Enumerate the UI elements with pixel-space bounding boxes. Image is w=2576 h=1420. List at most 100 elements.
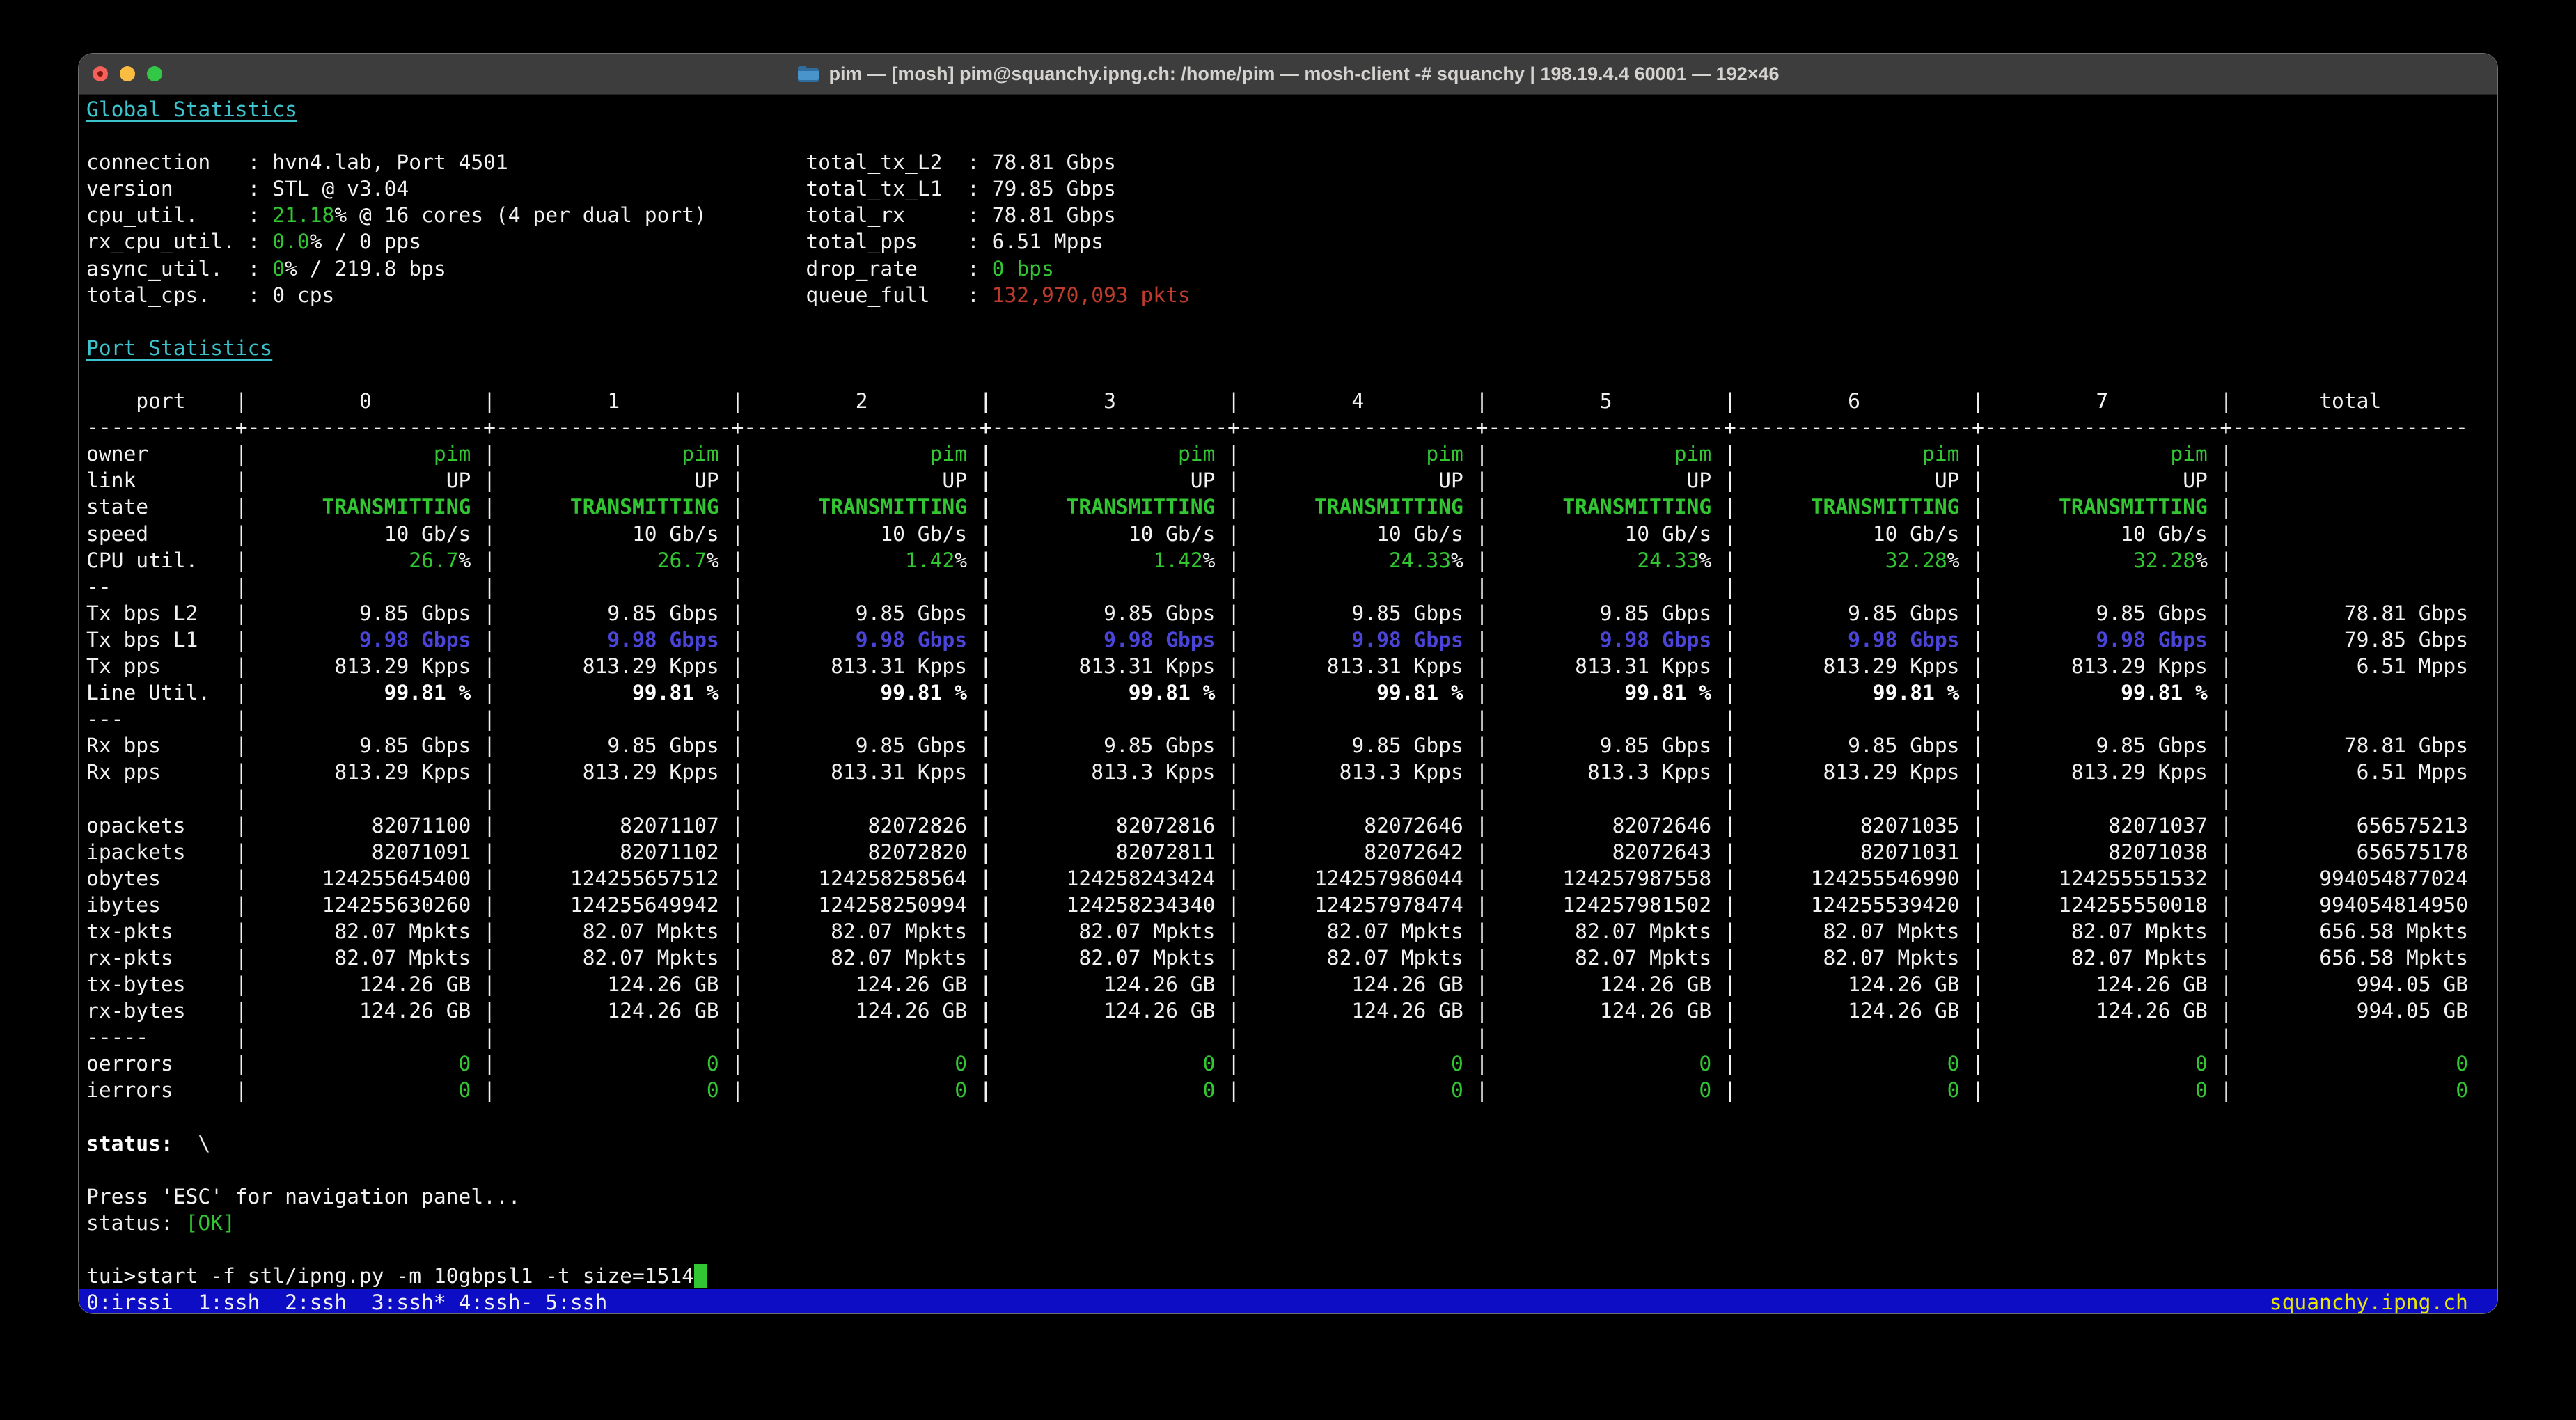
stat-cell: 99.81 %: [1240, 681, 1476, 704]
stat-cell: 10 Gb/s: [1736, 522, 1972, 546]
stat-cell: 124.26 GB: [1240, 972, 1476, 996]
port-stats-row-opackets: opackets | 82071100 | 82071107 | 8207282…: [86, 812, 2490, 839]
stat-cell: 82.07 Mpkts: [744, 920, 980, 943]
stat-cell: [992, 787, 1228, 810]
status-spinner: \: [198, 1132, 210, 1155]
stat-total-cell: 79.85 Gbps: [2233, 628, 2469, 652]
stat-cell: 99.81 %: [496, 681, 732, 704]
global-stat-label: total_tx_L1 :: [806, 177, 991, 200]
row-label: obytes: [86, 867, 235, 890]
stat-cell: 0: [1984, 1078, 2220, 1102]
stat-cell: 124.26 GB: [744, 972, 980, 996]
stat-cell: 1.42: [744, 549, 955, 572]
port-stats-row-oerrors: oerrors | 0 | 0 | 0 | 0 | 0 | 0 | 0 | 0 …: [86, 1050, 2490, 1077]
global-stat-label: connection :: [86, 150, 272, 174]
stat-cell: 82071035: [1736, 814, 1972, 837]
stat-cell: [992, 707, 1228, 731]
zoom-button[interactable]: [147, 66, 162, 81]
global-stat-row: async_util. : 0% / 219.8 bps drop_rate :…: [86, 255, 2490, 282]
stat-cell: 813.3 Kpps: [1488, 760, 1724, 784]
stat-cell: pim: [992, 442, 1228, 466]
stat-cell: 82.07 Mpkts: [1736, 920, 1972, 943]
port-stats-row-tx-pkts: tx-pkts | 82.07 Mpkts | 82.07 Mpkts | 82…: [86, 918, 2490, 945]
stat-cell: [1736, 787, 1972, 810]
stat-cell: 813.29 Kpps: [1984, 654, 2220, 678]
stat-cell: 99.81 %: [1984, 681, 2220, 704]
stat-cell: 0: [1488, 1052, 1724, 1075]
stat-cell: 82.07 Mpkts: [248, 946, 484, 970]
port-stats-row-tx-bps-l1: Tx bps L1 | 9.98 Gbps | 9.98 Gbps | 9.98…: [86, 626, 2490, 653]
window-titlebar[interactable]: pim — [mosh] pim@squanchy.ipng.ch: /home…: [79, 54, 2497, 95]
stat-cell: [248, 1025, 484, 1049]
stat-cell: UP: [248, 468, 484, 492]
row-label: CPU util.: [86, 549, 235, 572]
status-label: status:: [86, 1211, 173, 1235]
stat-cell: 9.85 Gbps: [1240, 734, 1476, 757]
row-label: Tx bps L1: [86, 628, 235, 652]
status-spinner-line: status: \: [86, 1130, 2490, 1157]
stat-cell: 1.42: [992, 549, 1203, 572]
global-stat-row: version : STL @ v3.04 total_tx_L1 : 79.8…: [86, 175, 2490, 202]
global-stat-value: 132,970,093 pkts: [992, 283, 1191, 307]
stat-cell: 813.29 Kpps: [1984, 760, 2220, 784]
stat-cell: UP: [1488, 468, 1724, 492]
stat-cell: 9.85 Gbps: [496, 601, 732, 625]
stat-cell: 9.85 Gbps: [744, 601, 980, 625]
stat-cell: 124.26 GB: [992, 999, 1228, 1023]
stat-cell: 82072826: [744, 814, 980, 837]
stat-cell: 813.3 Kpps: [992, 760, 1228, 784]
stat-cell: 0: [248, 1052, 484, 1075]
stat-total-cell: [2233, 1025, 2469, 1049]
row-label: Tx pps: [86, 654, 235, 678]
port-column-header: 6: [1736, 389, 1972, 413]
stat-cell: 124255551532: [1984, 867, 2220, 890]
stat-cell: 124258234340: [992, 893, 1228, 917]
row-label: opackets: [86, 814, 235, 837]
port-stats-row-obytes: obytes | 124255645400 | 124255657512 | 1…: [86, 865, 2490, 892]
stat-cell: 124.26 GB: [248, 972, 484, 996]
stat-cell: 0: [1240, 1052, 1476, 1075]
tmux-hostname: squanchy.ipng.ch: [2270, 1291, 2468, 1314]
stat-cell: 0: [248, 1078, 484, 1102]
terminal[interactable]: Global Statistics connection : hvn4.lab,…: [79, 95, 2497, 1314]
stat-cell: [992, 1025, 1228, 1049]
stat-cell: 9.98 Gbps: [1240, 628, 1476, 652]
stat-cell: [1736, 707, 1972, 731]
stat-cell: UP: [1240, 468, 1476, 492]
stat-cell: 26.7: [496, 549, 707, 572]
stat-cell: 82.07 Mpkts: [496, 920, 732, 943]
global-stat-label: rx_cpu_util. :: [86, 230, 272, 253]
stat-cell: 0: [744, 1078, 980, 1102]
blank-line: [86, 123, 2490, 149]
stat-cell: 813.29 Kpps: [1736, 654, 1972, 678]
stat-cell: 124255630260: [248, 893, 484, 917]
stat-cell: TRANSMITTING: [1240, 495, 1476, 519]
global-stat-row: cpu_util. : 21.18% @ 16 cores (4 per dua…: [86, 202, 2490, 228]
stat-cell: [1488, 787, 1724, 810]
port-statistics-heading-line: Port Statistics: [86, 335, 2490, 361]
port-stats-row: | | | | | | | | |: [86, 785, 2490, 812]
port-stats-row--: --- | | | | | | | | |: [86, 706, 2490, 732]
stat-cell: 82072820: [744, 840, 980, 864]
global-stat-value: 79.85 Gbps: [992, 177, 1116, 200]
stat-cell: UP: [992, 468, 1228, 492]
close-button[interactable]: [93, 66, 108, 81]
stat-cell: 124.26 GB: [496, 999, 732, 1023]
minimize-button[interactable]: [120, 66, 135, 81]
stat-cell: [1984, 575, 2220, 599]
stat-cell: 82.07 Mpkts: [992, 946, 1228, 970]
stat-cell: 813.31 Kpps: [1488, 654, 1724, 678]
stat-cell: 813.29 Kpps: [496, 760, 732, 784]
stat-cell: [744, 787, 980, 810]
row-label: oerrors: [86, 1052, 235, 1075]
blank-line: [86, 361, 2490, 388]
row-label: state: [86, 495, 235, 519]
port-stats-row-link: link | UP | UP | UP | UP | UP | UP | UP …: [86, 467, 2490, 494]
stat-cell: [1984, 1025, 2220, 1049]
stat-cell: 9.85 Gbps: [248, 734, 484, 757]
stat-cell: pim: [1984, 442, 2220, 466]
port-stats-row--: ----- | | | | | | | | |: [86, 1024, 2490, 1050]
stat-cell: 10 Gb/s: [992, 522, 1228, 546]
stat-cell: pim: [1488, 442, 1724, 466]
tui-prompt: tui>: [86, 1264, 136, 1288]
